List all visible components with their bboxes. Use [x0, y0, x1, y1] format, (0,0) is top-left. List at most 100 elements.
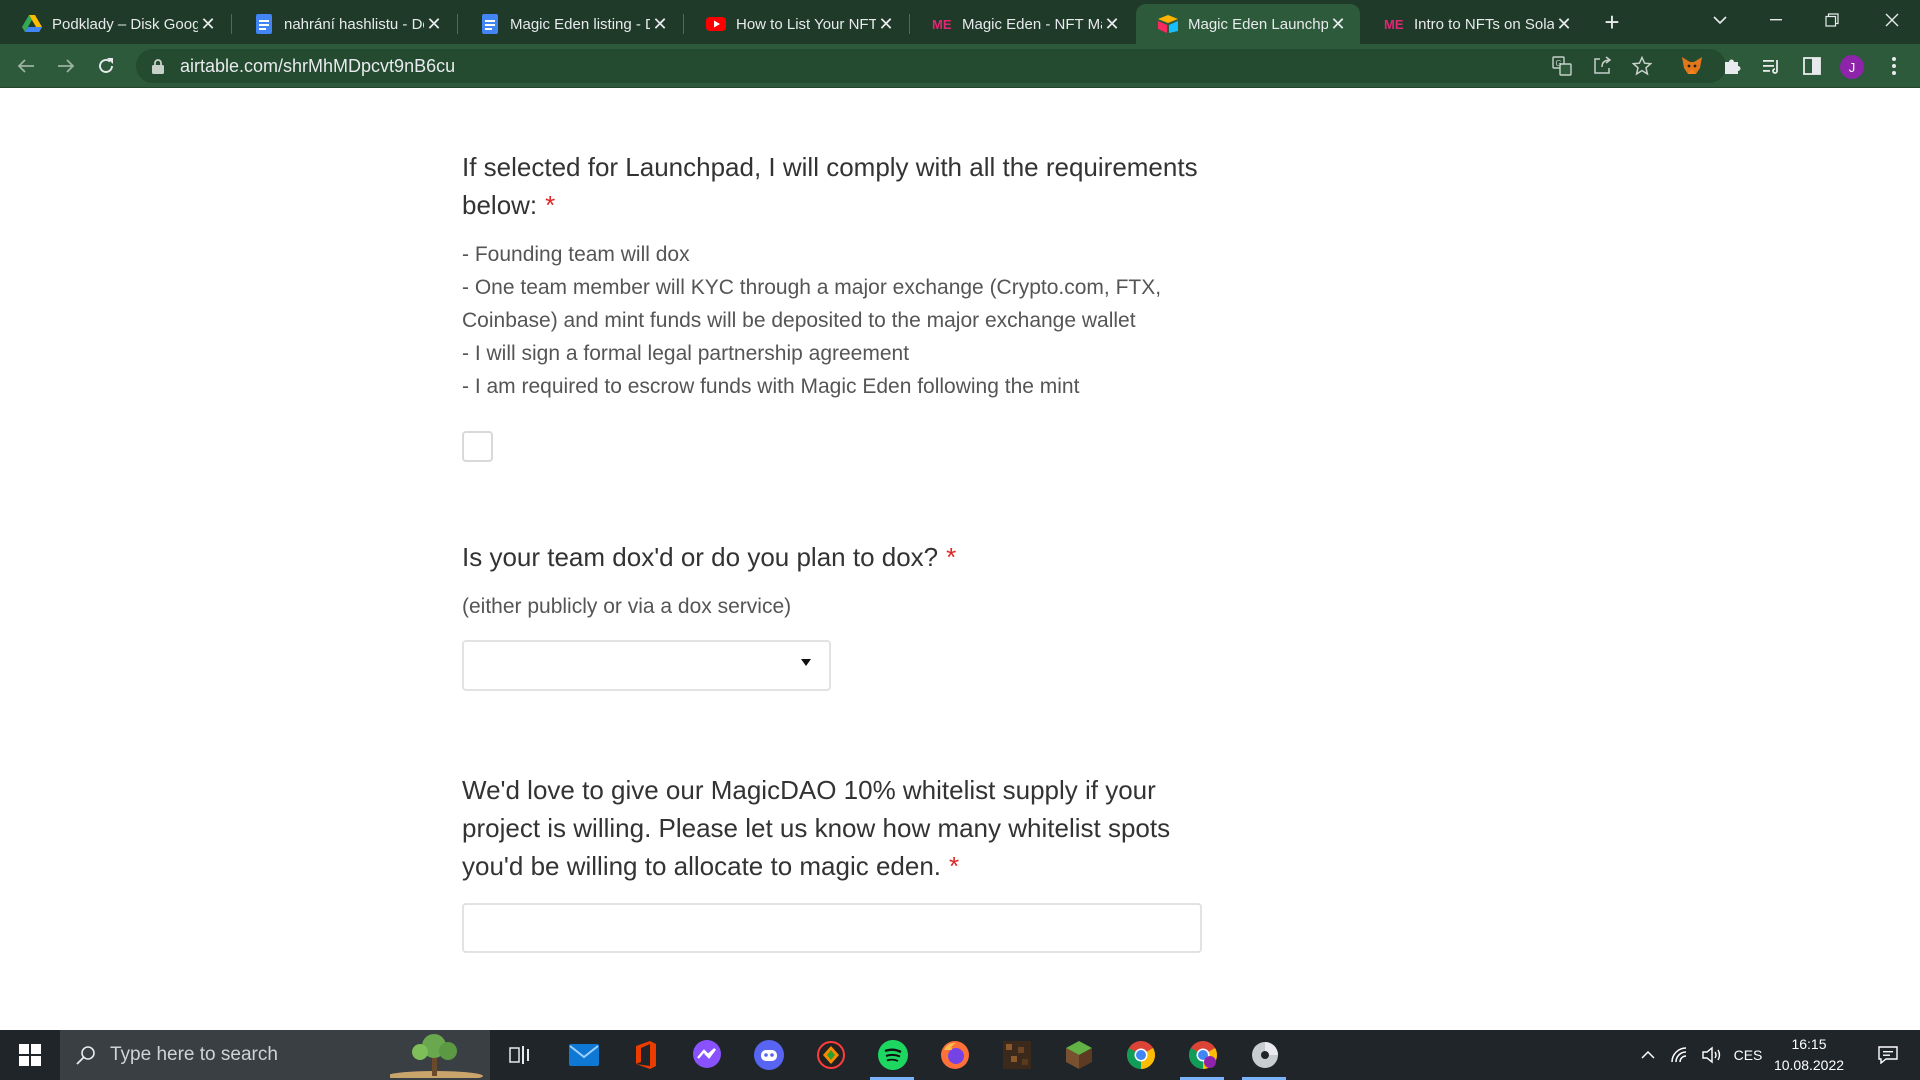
- firefox-icon[interactable]: [938, 1038, 972, 1072]
- field-label: We'd love to give our MagicDAO 10% white…: [462, 771, 1202, 885]
- caret-down-icon: [801, 659, 811, 666]
- tab-title: nahrání hashlistu - Do: [284, 15, 424, 33]
- minecraft-icon[interactable]: [1000, 1038, 1034, 1072]
- svg-text:G: G: [1556, 59, 1562, 68]
- spotify-icon[interactable]: [876, 1038, 910, 1072]
- dox-select[interactable]: [462, 640, 831, 691]
- profile-avatar[interactable]: J: [1840, 55, 1864, 79]
- lock-icon[interactable]: [152, 58, 166, 74]
- close-tab-icon[interactable]: ✕: [1102, 14, 1122, 34]
- close-tab-icon[interactable]: ✕: [876, 14, 896, 34]
- field-label: Is your team dox'd or do you plan to dox…: [462, 538, 1202, 576]
- notifications-icon[interactable]: [1866, 1030, 1910, 1080]
- tab-magic-eden-listing[interactable]: Magic Eden listing - D ✕: [458, 4, 682, 44]
- tab-magic-eden-launchpad[interactable]: Magic Eden Launchpa ✕: [1136, 4, 1360, 44]
- google-drive-icon: [22, 14, 42, 34]
- close-tab-icon[interactable]: ✕: [1328, 14, 1348, 34]
- magic-eden-icon: ME: [932, 14, 952, 34]
- minimize-button[interactable]: [1748, 0, 1804, 40]
- svg-text:ME: ME: [932, 17, 952, 31]
- magic-eden-icon: ME: [1384, 14, 1404, 34]
- menu-kebab-icon[interactable]: [1880, 52, 1908, 80]
- tab-magic-eden-nft[interactable]: ME Magic Eden - NFT Ma ✕: [910, 4, 1134, 44]
- share-icon[interactable]: [1588, 52, 1616, 80]
- tab-strip: Podklady – Disk Goog ✕ nahrání hashlistu…: [0, 0, 1920, 44]
- field-team-dox: Is your team dox'd or do you plan to dox…: [462, 538, 1202, 691]
- field-description: - Founding team will dox - One team memb…: [462, 238, 1202, 403]
- clock-time: 16:15: [1791, 1036, 1827, 1052]
- language-indicator[interactable]: CES: [1730, 1030, 1766, 1080]
- airtable-icon: [1158, 14, 1178, 34]
- translate-icon[interactable]: G: [1548, 52, 1576, 80]
- close-tab-icon[interactable]: ✕: [198, 14, 218, 34]
- requirements-checkbox[interactable]: [462, 431, 493, 462]
- required-marker: *: [946, 542, 957, 572]
- field-label-text: We'd love to give our MagicDAO 10% white…: [462, 775, 1171, 881]
- brave-icon[interactable]: [814, 1038, 848, 1072]
- new-tab-button[interactable]: +: [1598, 7, 1626, 37]
- tab-title: Podklady – Disk Goog: [52, 15, 198, 33]
- task-view-icon[interactable]: [503, 1038, 537, 1072]
- tab-search-chevron-icon[interactable]: [1692, 0, 1748, 40]
- restore-button[interactable]: [1804, 0, 1860, 40]
- volume-icon[interactable]: [1698, 1030, 1726, 1080]
- youtube-icon: [706, 14, 726, 34]
- tab-how-to-list[interactable]: How to List Your NFT ✕: [684, 4, 908, 44]
- description-line: - One team member will KYC through a maj…: [462, 276, 1162, 299]
- forward-button[interactable]: [52, 52, 80, 80]
- search-placeholder: Type here to search: [110, 1044, 278, 1065]
- metamask-icon[interactable]: [1678, 52, 1706, 80]
- mail-icon[interactable]: [567, 1038, 601, 1072]
- close-tab-icon[interactable]: ✕: [650, 14, 670, 34]
- close-tab-icon[interactable]: ✕: [1554, 14, 1574, 34]
- tab-intro-to-nfts[interactable]: ME Intro to NFTs on Solar ✕: [1362, 4, 1586, 44]
- clock-date: 10.08.2022: [1773, 1057, 1845, 1073]
- description-line: - I will sign a formal legal partnership…: [462, 342, 910, 365]
- reload-button[interactable]: [92, 52, 120, 80]
- office-icon[interactable]: [628, 1038, 662, 1072]
- field-label: If selected for Launchpad, I will comply…: [462, 148, 1202, 224]
- field-description: (either publicly or via a dox service): [462, 595, 792, 618]
- field-launchpad-requirements: If selected for Launchpad, I will comply…: [462, 148, 1202, 462]
- description-line: - Founding team will dox: [462, 243, 690, 266]
- tab-title: Intro to NFTs on Solar: [1414, 15, 1554, 33]
- search-icon: [76, 1046, 95, 1065]
- address-bar[interactable]: airtable.com/shrMhMDpcvt9nB6cu: [136, 49, 1726, 83]
- field-whitelist-allocation: We'd love to give our MagicDAO 10% white…: [462, 771, 1202, 953]
- disk-icon[interactable]: [1248, 1038, 1282, 1072]
- svg-text:ME: ME: [1384, 17, 1404, 31]
- extensions-icon[interactable]: [1718, 52, 1746, 80]
- show-hidden-icons-icon[interactable]: [1634, 1030, 1662, 1080]
- clock[interactable]: 16:15 10.08.2022: [1764, 1034, 1854, 1076]
- tab-title: Magic Eden listing - D: [510, 15, 650, 33]
- close-window-button[interactable]: [1864, 0, 1920, 40]
- required-marker: *: [949, 851, 960, 881]
- taskbar-search[interactable]: Type here to search: [60, 1030, 490, 1080]
- discord-icon[interactable]: [752, 1038, 786, 1072]
- back-button[interactable]: [12, 52, 40, 80]
- browser-toolbar: airtable.com/shrMhMDpcvt9nB6cu G J: [0, 44, 1920, 88]
- tab-title: How to List Your NFT: [736, 15, 876, 33]
- tab-title: Magic Eden - NFT Ma: [962, 15, 1102, 33]
- tab-podklady[interactable]: Podklady – Disk Goog ✕: [0, 4, 230, 44]
- tab-title: Magic Eden Launchpa: [1188, 15, 1328, 33]
- start-button[interactable]: [0, 1030, 60, 1080]
- messenger-icon[interactable]: [690, 1038, 724, 1072]
- description-line: - I am required to escrow funds with Mag…: [462, 375, 1080, 398]
- network-icon[interactable]: [1666, 1030, 1694, 1080]
- chrome-icon[interactable]: [1124, 1038, 1158, 1072]
- bookmark-star-icon[interactable]: [1628, 52, 1656, 80]
- required-marker: *: [545, 190, 556, 220]
- chrome-profile-icon[interactable]: [1186, 1038, 1220, 1072]
- media-control-icon[interactable]: [1758, 52, 1786, 80]
- minecraft-launcher-icon[interactable]: [1062, 1038, 1096, 1072]
- description-line: Coinbase) and mint funds will be deposit…: [462, 309, 1136, 332]
- windows-taskbar: Type here to search CES 16:15 10.08.2022: [0, 1030, 1920, 1080]
- whitelist-spots-input[interactable]: [462, 903, 1202, 953]
- close-tab-icon[interactable]: ✕: [424, 14, 444, 34]
- tab-nahrani[interactable]: nahrání hashlistu - Do ✕: [232, 4, 456, 44]
- url-text: airtable.com/shrMhMDpcvt9nB6cu: [180, 55, 456, 76]
- field-label-text: Is your team dox'd or do you plan to dox…: [462, 542, 939, 572]
- side-panel-icon[interactable]: [1798, 52, 1826, 80]
- google-docs-icon: [480, 14, 500, 34]
